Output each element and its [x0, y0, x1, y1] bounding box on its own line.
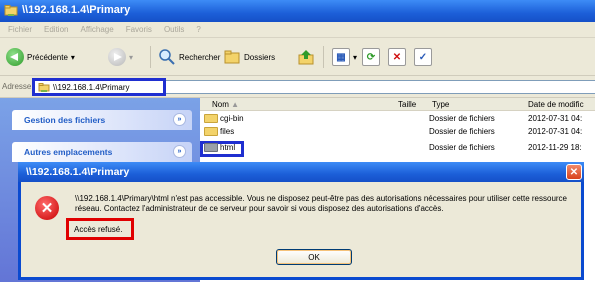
folder-icon [204, 127, 218, 137]
title-bar[interactable]: \\192.168.1.4\Primary [0, 0, 595, 22]
toolbar: Précédente ▾ ▾ Rechercher Dossiers ▦ ▾ ⟳… [0, 38, 595, 76]
views-button[interactable]: ▦ ▾ [332, 48, 357, 66]
dialog-title: \\192.168.1.4\Primary [26, 166, 130, 178]
chevron-down-icon: ▾ [353, 52, 358, 62]
properties-button[interactable]: ✓ [414, 48, 432, 66]
chevron-double-down-icon[interactable]: » [173, 145, 186, 158]
folder-icon [204, 114, 218, 124]
column-date[interactable]: Date de modific [528, 100, 584, 109]
address-input[interactable]: \\192.168.1.4\Primary [32, 78, 166, 96]
file-type: Dossier de fichiers [429, 143, 495, 152]
table-row[interactable]: html Dossier de fichiers 2012-11-29 18: [200, 143, 595, 154]
folders-label: Dossiers [244, 52, 276, 62]
delete-button[interactable]: ✕ [388, 48, 406, 66]
delete-icon: ✕ [388, 48, 406, 66]
table-row[interactable]: cgi-bin Dossier de fichiers 2012-07-31 0… [200, 114, 595, 125]
search-label: Rechercher [179, 52, 221, 62]
file-date: 2012-11-29 18: [528, 143, 582, 152]
file-date: 2012-07-31 04: [528, 114, 583, 123]
chevron-down-icon: ▾ [70, 52, 75, 62]
toolbar-separator [150, 46, 151, 68]
file-name-label: html [220, 143, 236, 152]
menu-edition[interactable]: Edition [44, 25, 68, 34]
folders-button[interactable]: Dossiers [223, 48, 275, 66]
task-file-management[interactable]: Gestion des fichiers » [12, 110, 192, 130]
close-icon[interactable]: ✕ [566, 164, 582, 180]
sort-ascending-icon: ▲ [231, 100, 240, 109]
file-name-label: cgi-bin [220, 114, 244, 123]
menu-favoris[interactable]: Favoris [126, 25, 152, 34]
search-icon [159, 49, 175, 65]
folders-icon [224, 50, 240, 64]
network-folder-icon [38, 82, 50, 92]
sync-button[interactable]: ⟳ [362, 48, 380, 66]
task-other-places-label: Autres emplacements [24, 147, 113, 157]
views-icon: ▦ [332, 48, 350, 66]
file-type: Dossier de fichiers [429, 114, 495, 123]
menu-bar: Fichier Edition Affichage Favoris Outils… [0, 22, 595, 38]
column-name-label: Nom [212, 100, 229, 109]
back-arrow-icon [6, 48, 24, 66]
file-name-label: files [220, 127, 235, 136]
forward-arrow-icon [108, 48, 126, 66]
toolbar-separator [323, 46, 324, 68]
menu-fichier[interactable]: Fichier [8, 25, 32, 34]
file-name: cgi-bin [204, 114, 244, 124]
file-date: 2012-07-31 04: [528, 127, 583, 136]
properties-icon: ✓ [414, 48, 432, 66]
error-message: \\192.168.1.4\Primary\html n'est pas acc… [75, 194, 568, 213]
error-dialog: \\192.168.1.4\Primary ✕ ✕ \\192.168.1.4\… [18, 162, 584, 280]
folder-icon [204, 143, 218, 153]
dialog-title-bar[interactable]: \\192.168.1.4\Primary ✕ [18, 162, 584, 182]
search-button[interactable]: Rechercher [158, 48, 220, 66]
column-name[interactable]: Nom ▲ [212, 100, 239, 109]
access-denied-label: Accès refusé. [74, 224, 123, 234]
back-label: Précédente [27, 52, 68, 62]
file-name: html [204, 143, 236, 153]
column-type[interactable]: Type [432, 100, 449, 109]
sync-icon: ⟳ [362, 48, 380, 66]
access-denied-text: Accès refusé. [66, 218, 134, 240]
address-field-extension[interactable] [166, 80, 595, 94]
chevron-double-down-icon[interactable]: » [173, 113, 186, 126]
task-other-places[interactable]: Autres emplacements » [12, 142, 192, 162]
ok-button[interactable]: OK [276, 249, 352, 265]
address-value: \\192.168.1.4\Primary [53, 82, 130, 92]
menu-outils[interactable]: Outils [164, 25, 184, 34]
menu-affichage[interactable]: Affichage [80, 25, 113, 34]
menu-help[interactable]: ? [196, 25, 200, 34]
up-folder-button[interactable] [297, 48, 315, 66]
task-file-management-label: Gestion des fichiers [24, 115, 106, 125]
forward-button[interactable]: ▾ [108, 48, 133, 66]
folder-network-icon [4, 5, 18, 16]
file-name: files [204, 127, 235, 137]
back-button[interactable]: Précédente ▾ [6, 48, 75, 66]
window-title: \\192.168.1.4\Primary [22, 4, 131, 16]
file-type: Dossier de fichiers [429, 127, 495, 136]
up-folder-icon [298, 50, 314, 65]
address-bar: Adresse \\192.168.1.4\Primary [0, 76, 595, 98]
column-size[interactable]: Taille [398, 100, 416, 109]
table-row[interactable]: files Dossier de fichiers 2012-07-31 04: [200, 127, 595, 138]
address-label: Adresse [2, 82, 32, 91]
column-headers: Nom ▲ Taille Type Date de modific [200, 98, 595, 111]
chevron-down-icon: ▾ [129, 52, 134, 62]
error-icon: ✕ [35, 196, 59, 220]
